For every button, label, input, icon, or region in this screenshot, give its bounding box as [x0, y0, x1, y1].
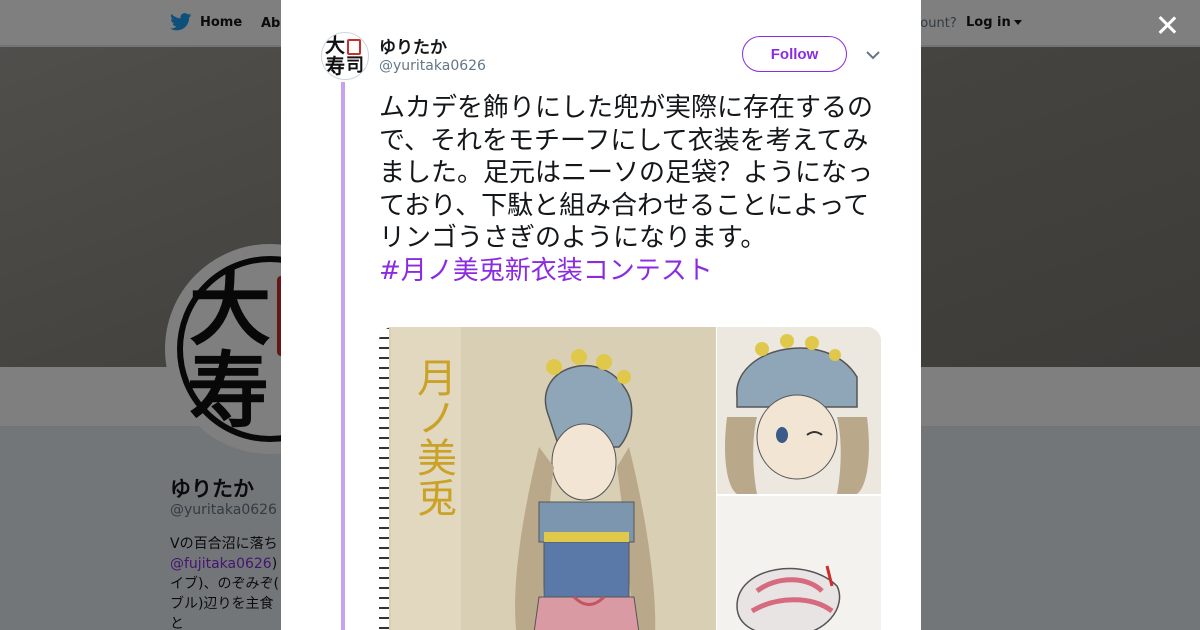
- thread-line: [341, 82, 345, 630]
- tweet-text: ムカデを飾りにした兜が実際に存在するので、それをモチーフにして衣装を考えてみまし…: [379, 92, 884, 287]
- drawing-title-text: 月ノ美兎: [410, 357, 456, 517]
- chevron-down-icon[interactable]: [864, 48, 882, 62]
- tweet-hashtag-link[interactable]: #月ノ美兎新衣装コンテスト: [379, 255, 884, 288]
- tweet-body: ムカデを飾りにした兜が実際に存在するので、それをモチーフにして衣装を考えてみまし…: [379, 93, 874, 253]
- avatar-red-stamp: [347, 39, 361, 55]
- character-drawing-face: [717, 327, 881, 494]
- tweet-author-name[interactable]: ゆりたか: [379, 33, 447, 58]
- follow-button[interactable]: Follow: [742, 36, 847, 72]
- tweet-author-handle[interactable]: @yuritaka0626: [379, 58, 486, 74]
- avatar-glyph-bottom: 寿: [325, 54, 345, 78]
- tweet-photo-main[interactable]: 月ノ美兎: [379, 327, 716, 630]
- tweet-modal: 大 寿 司 ゆりたか @yuritaka0626 Follow ムカデを飾りにし…: [281, 0, 921, 630]
- tweet-photo-top-right[interactable]: [717, 327, 881, 494]
- avatar-glyph-top: 大: [325, 33, 345, 57]
- tweet-media-grid: 月ノ美兎: [379, 327, 881, 630]
- character-drawing-geta: [717, 496, 881, 630]
- tweet-author-avatar[interactable]: 大 寿 司: [321, 32, 369, 80]
- notebook-spiral: [379, 327, 389, 630]
- avatar-glyph-right: 司: [346, 55, 364, 76]
- tweet-photo-bottom-right[interactable]: [717, 496, 881, 630]
- close-icon[interactable]: [1152, 10, 1182, 40]
